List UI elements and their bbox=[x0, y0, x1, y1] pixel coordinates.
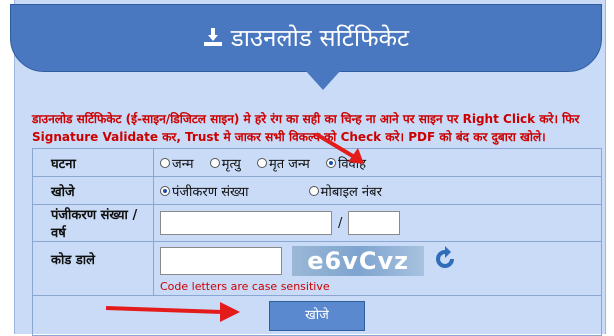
refresh-icon[interactable] bbox=[432, 246, 458, 276]
event-option-birth[interactable]: जन्म bbox=[160, 154, 194, 172]
search-row: खोजे पंजीकरण संख्या मोबाइल नंबर bbox=[32, 176, 602, 205]
captcha-row: कोड डाले e6vCvz Code letters are case se… bbox=[32, 241, 602, 296]
event-options: जन्म मृत्यु मृत जन्म विवाह bbox=[153, 148, 602, 177]
registration-label: पंजीकरण संख्या / वर्ष bbox=[32, 204, 154, 242]
event-option-death[interactable]: मृत्यु bbox=[209, 154, 241, 172]
arrow-to-search-button-icon bbox=[105, 302, 240, 322]
radio-selected-icon[interactable] bbox=[160, 185, 170, 196]
registration-number-input[interactable] bbox=[160, 211, 332, 235]
radio-icon[interactable] bbox=[308, 185, 319, 196]
header-pointer bbox=[305, 70, 341, 90]
search-option-registration[interactable]: पंजीकरण संख्या bbox=[160, 182, 249, 200]
code-label: कोड डाले bbox=[32, 241, 154, 296]
header-banner: डाउनलोड सर्टिफिकेट bbox=[10, 4, 602, 72]
registration-year-input[interactable] bbox=[348, 211, 401, 235]
download-icon bbox=[203, 24, 223, 54]
search-options: पंजीकरण संख्या मोबाइल नंबर bbox=[153, 176, 602, 205]
search-button[interactable]: खोजे bbox=[269, 300, 365, 331]
radio-icon[interactable] bbox=[209, 157, 220, 168]
radio-icon[interactable] bbox=[160, 157, 170, 168]
event-label: घटना bbox=[32, 148, 154, 177]
page-title: डाउनलोड सर्टिफिकेट bbox=[230, 24, 410, 52]
registration-fields: / bbox=[153, 204, 602, 242]
registration-row: पंजीकरण संख्या / वर्ष / bbox=[32, 204, 602, 242]
radio-icon[interactable] bbox=[256, 157, 267, 168]
header-title-row: डाउनलोड सर्टिफिकेट bbox=[11, 23, 601, 54]
code-input[interactable] bbox=[160, 247, 282, 275]
event-option-stillbirth[interactable]: मृत जन्म bbox=[256, 154, 310, 172]
captcha-note: Code letters are case sensitive bbox=[160, 280, 330, 293]
arrow-to-marriage-icon bbox=[314, 132, 364, 164]
search-label: खोजे bbox=[32, 176, 154, 205]
search-option-mobile[interactable]: मोबाइल नंबर bbox=[308, 182, 382, 200]
registration-separator: / bbox=[338, 215, 343, 231]
captcha-image: e6vCvz bbox=[292, 246, 425, 276]
captcha-fields: e6vCvz Code letters are case sensitive bbox=[153, 241, 602, 296]
